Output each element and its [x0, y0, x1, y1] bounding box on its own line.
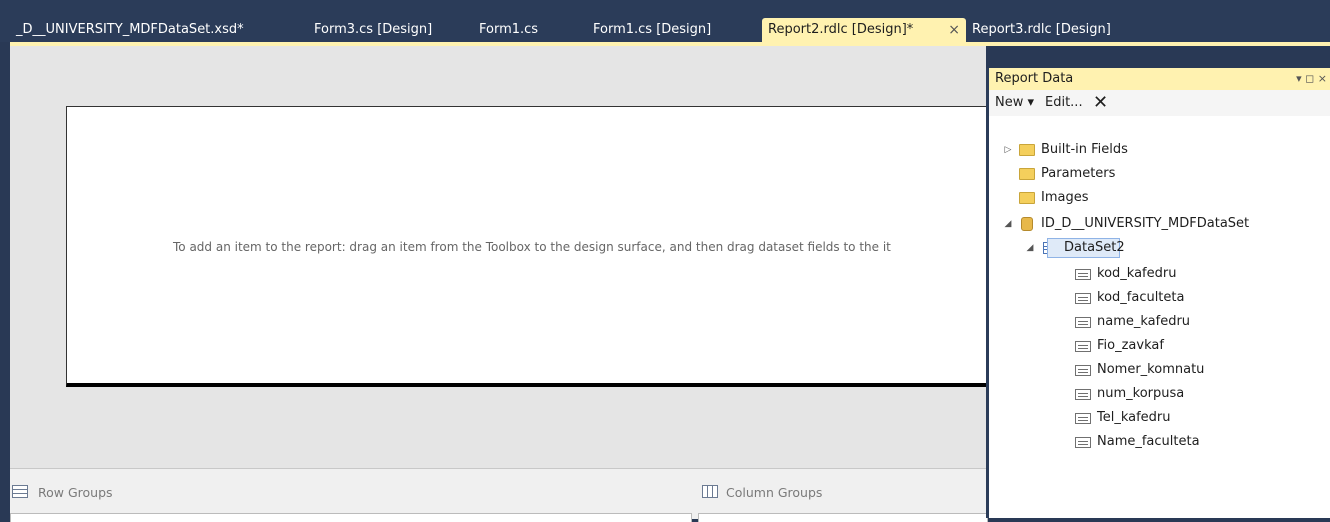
field-label: num_korpusa — [1097, 386, 1185, 401]
new-button[interactable]: New ▾ — [995, 90, 1034, 116]
panel-title: Report Data — [995, 71, 1074, 86]
field-label: name_kafedru — [1097, 314, 1191, 329]
field-icon — [1075, 365, 1091, 376]
panel-window-controls[interactable]: ▾ ◻ × — [1296, 68, 1327, 90]
tab-label: Form1.cs — [479, 22, 539, 37]
tab-label: _D__UNIVERSITY_MDFDataSet.xsd* — [16, 22, 244, 37]
tree-label: DataSet2 — [1047, 238, 1125, 258]
field-icon — [1075, 293, 1091, 304]
tab-form3-design[interactable]: Form3.cs [Design] — [308, 18, 458, 42]
design-surface-hint: To add an item to the report: drag an it… — [173, 240, 891, 254]
field-label: Nomer_komnatu — [1097, 362, 1205, 377]
collapse-arrow-icon[interactable]: ◢ — [1025, 238, 1035, 258]
row-groups-icon — [12, 485, 28, 498]
report-data-panel: Report Data ▾ ◻ × New ▾ Edit... ✕ ▷ Buil… — [986, 68, 1330, 518]
field-icon — [1075, 317, 1091, 328]
tree-label: Parameters — [1041, 166, 1116, 181]
grouping-pane: Row Groups Column Groups — [10, 468, 988, 522]
row-groups-label: Row Groups — [38, 485, 113, 500]
field-icon — [1075, 389, 1091, 400]
report-body[interactable]: To add an item to the report: drag an it… — [66, 106, 986, 387]
report-data-toolbar: New ▾ Edit... ✕ — [989, 90, 1330, 116]
column-groups-icon — [702, 485, 718, 498]
field-label: Name_faculteta — [1097, 434, 1200, 449]
tab-label: Form1.cs [Design] — [593, 22, 712, 37]
collapse-arrow-icon[interactable]: ◢ — [1003, 214, 1013, 234]
database-icon — [1021, 217, 1033, 231]
tab-label: Form3.cs [Design] — [314, 22, 433, 37]
tab-label: Report3.rdlc [Design] — [972, 22, 1111, 37]
close-icon[interactable]: × — [948, 18, 960, 42]
document-tab-bar: _D__UNIVERSITY_MDFDataSet.xsd* Form3.cs … — [0, 0, 1330, 42]
field-label: Tel_kafedru — [1097, 410, 1171, 425]
edit-button[interactable]: Edit... — [1045, 90, 1083, 116]
folder-icon — [1019, 144, 1035, 156]
tab-form1-cs[interactable]: Form1.cs — [473, 18, 563, 42]
tree-label: Images — [1041, 190, 1089, 205]
tab-xsd[interactable]: _D__UNIVERSITY_MDFDataSet.xsd* — [10, 18, 292, 42]
folder-icon — [1019, 168, 1035, 180]
field-icon — [1075, 413, 1091, 424]
expand-arrow-icon[interactable]: ▷ — [1003, 140, 1013, 160]
tab-form1-design[interactable]: Form1.cs [Design] — [587, 18, 737, 42]
field-label: Fio_zavkaf — [1097, 338, 1164, 353]
folder-icon — [1019, 192, 1035, 204]
field-icon — [1075, 437, 1091, 448]
field-icon — [1075, 269, 1091, 280]
tab-report2-design[interactable]: Report2.rdlc [Design]* × — [762, 18, 966, 42]
field-label: kod_faculteta — [1097, 290, 1185, 305]
tree-label: Built-in Fields — [1041, 142, 1128, 157]
tree-label: ID_D__UNIVERSITY_MDFDataSet — [1041, 216, 1250, 231]
field-icon — [1075, 341, 1091, 352]
delete-icon[interactable]: ✕ — [1093, 90, 1108, 116]
tab-label: Report2.rdlc [Design]* — [768, 22, 914, 37]
field-label: kod_kafedru — [1097, 266, 1177, 281]
report-data-title-bar[interactable]: Report Data ▾ ◻ × — [989, 68, 1330, 90]
column-groups-label: Column Groups — [726, 485, 823, 500]
tab-report3-design[interactable]: Report3.rdlc [Design] — [966, 18, 1156, 42]
